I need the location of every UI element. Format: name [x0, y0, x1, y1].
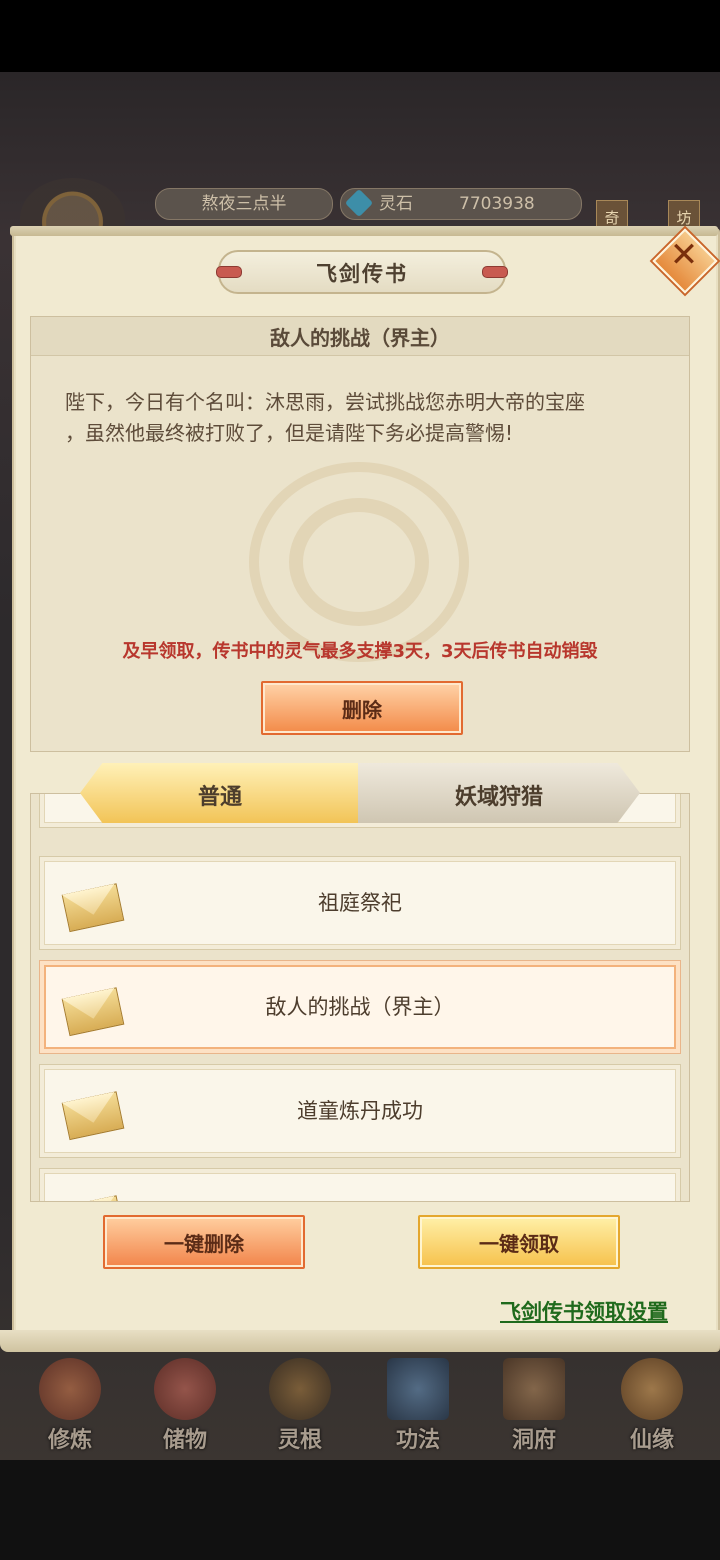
list-item-title: 祖庭祭祀: [318, 891, 402, 915]
tab-label: 普通: [197, 785, 242, 810]
mail-body-line: ，虽然他最终被打败了，但是请陛下务必提高警惕!: [65, 421, 514, 445]
list-item-title: 道童炼丹成功: [297, 1099, 423, 1123]
nav-label: 修炼: [47, 1428, 92, 1453]
list-item[interactable]: 道童炼丹成功: [39, 1064, 681, 1158]
spirit-stone-icon: [344, 188, 374, 218]
mail-list[interactable]: 祖庭祭祀 敌人的挑战（界主） 道童炼丹成功: [30, 793, 690, 1202]
mansion-icon: [503, 1358, 565, 1420]
dialog-title: 飞剑传书: [316, 262, 408, 286]
delete-all-button[interactable]: 一键删除: [103, 1215, 305, 1269]
status-bar: [0, 0, 720, 72]
mail-detail: 敌人的挑战（界主） 陛下，今日有个名叫：沐思雨，尝试挑战您赤明大帝的宝座 ，虽然…: [30, 316, 690, 752]
nav-immortal-fate[interactable]: 仙缘: [602, 1352, 702, 1453]
nav-label: 功法: [395, 1428, 440, 1453]
spirit-root-icon: [269, 1358, 331, 1420]
cloud-seal-watermark: [249, 462, 469, 662]
list-item[interactable]: 祖庭祭祀: [39, 856, 681, 950]
mail-title: 敌人的挑战（界主）: [270, 326, 450, 350]
tab-label: 妖域狩猎: [454, 785, 543, 810]
nav-label: 洞府: [511, 1428, 556, 1453]
nav-cave-mansion[interactable]: 洞府: [484, 1352, 584, 1453]
delete-button[interactable]: 删除: [261, 681, 463, 735]
mail-body: 陛下，今日有个名叫：沐思雨，尝试挑战您赤明大帝的宝座 ，虽然他最终被打败了，但是…: [65, 387, 665, 449]
close-icon: ✕: [669, 235, 699, 275]
delete-all-label: 一键删除: [164, 1232, 244, 1256]
nav-label: 仙缘: [629, 1428, 674, 1453]
nav-storage[interactable]: 储物: [135, 1352, 235, 1453]
player-name: 熬夜三点半: [155, 188, 333, 220]
envelope-icon: [60, 1188, 125, 1201]
title-ornament-right: [482, 266, 508, 278]
delete-button-label: 删除: [342, 698, 382, 722]
dialog-title-bar: 飞剑传书: [216, 250, 508, 294]
claim-all-button[interactable]: 一键领取: [418, 1215, 620, 1269]
currency-display: 灵石 7703938: [340, 188, 582, 220]
mail-body-line: 陛下，今日有个名叫：沐思雨，尝试挑战您赤明大帝的宝座: [65, 390, 585, 414]
tab-demon-hunt[interactable]: 妖域狩猎: [358, 763, 640, 823]
nav-spirit-root[interactable]: 灵根: [250, 1352, 350, 1453]
bag-icon: [154, 1358, 216, 1420]
nav-label: 储物: [162, 1428, 207, 1453]
list-item-selected[interactable]: 敌人的挑战（界主）: [39, 960, 681, 1054]
list-item[interactable]: [39, 1168, 681, 1201]
claim-settings-link[interactable]: 飞剑传书领取设置: [500, 1296, 668, 1326]
nav-techniques[interactable]: 功法: [368, 1352, 468, 1453]
nav-cultivate[interactable]: 修炼: [20, 1352, 120, 1453]
nav-label: 灵根: [277, 1428, 322, 1453]
mail-expiry-note: 及早领取，传书中的灵气最多支撑3天，3天后传书自动销毁: [122, 641, 598, 662]
system-nav-area: [0, 1460, 720, 1560]
currency-value: 7703938: [459, 194, 535, 214]
gourd-icon: [621, 1358, 683, 1420]
cultivate-icon: [39, 1358, 101, 1420]
close-button[interactable]: ✕: [652, 228, 718, 294]
claim-all-label: 一键领取: [479, 1232, 559, 1256]
mail-header: 敌人的挑战（界主）: [31, 317, 689, 356]
list-item-title: 敌人的挑战（界主）: [265, 995, 455, 1019]
tab-normal[interactable]: 普通: [80, 763, 360, 823]
scroll-bottom: [0, 1330, 720, 1352]
scroll-rod: [10, 226, 718, 236]
book-icon: [387, 1358, 449, 1420]
currency-label: 灵石: [379, 194, 413, 214]
